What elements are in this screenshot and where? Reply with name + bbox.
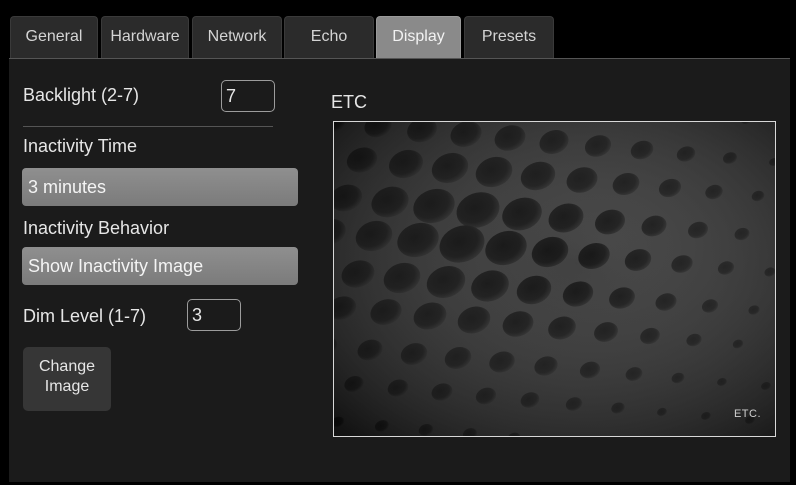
tab-network[interactable]: Network: [192, 16, 282, 58]
tab-general[interactable]: General: [10, 16, 98, 58]
dot-pattern-image: [334, 122, 775, 436]
tab-echo[interactable]: Echo: [284, 16, 374, 58]
inactivity-image-preview: ETC.: [333, 121, 776, 437]
inactivity-time-label: Inactivity Time: [23, 136, 138, 156]
backlight-label: Backlight (2-7): [23, 85, 140, 105]
change-image-line2: Image: [44, 378, 90, 395]
settings-window: General Hardware Network Echo Display Pr…: [0, 0, 796, 485]
etc-logo-icon: ETC.: [733, 408, 761, 420]
inactivity-behavior-select[interactable]: Show Inactivity Image: [22, 247, 298, 285]
preview-title: ETC: [331, 92, 367, 112]
inactivity-time-select[interactable]: 3 minutes: [22, 168, 298, 206]
tab-bar: General Hardware Network Echo Display Pr…: [10, 16, 790, 58]
tab-display[interactable]: Display: [376, 16, 461, 58]
backlight-field[interactable]: 7: [221, 80, 275, 112]
dim-level-label: Dim Level (1-7): [23, 306, 147, 326]
inactivity-behavior-label: Inactivity Behavior: [23, 218, 170, 238]
change-image-line1: Change: [38, 358, 96, 375]
tab-presets[interactable]: Presets: [464, 16, 554, 58]
dim-level-field[interactable]: 3: [187, 299, 241, 331]
divider: [23, 126, 273, 127]
change-image-button[interactable]: Change Image: [23, 347, 111, 411]
tab-hardware[interactable]: Hardware: [101, 16, 189, 58]
display-settings-panel: Backlight (2-7) 7 Inactivity Time 3 minu…: [9, 58, 790, 482]
